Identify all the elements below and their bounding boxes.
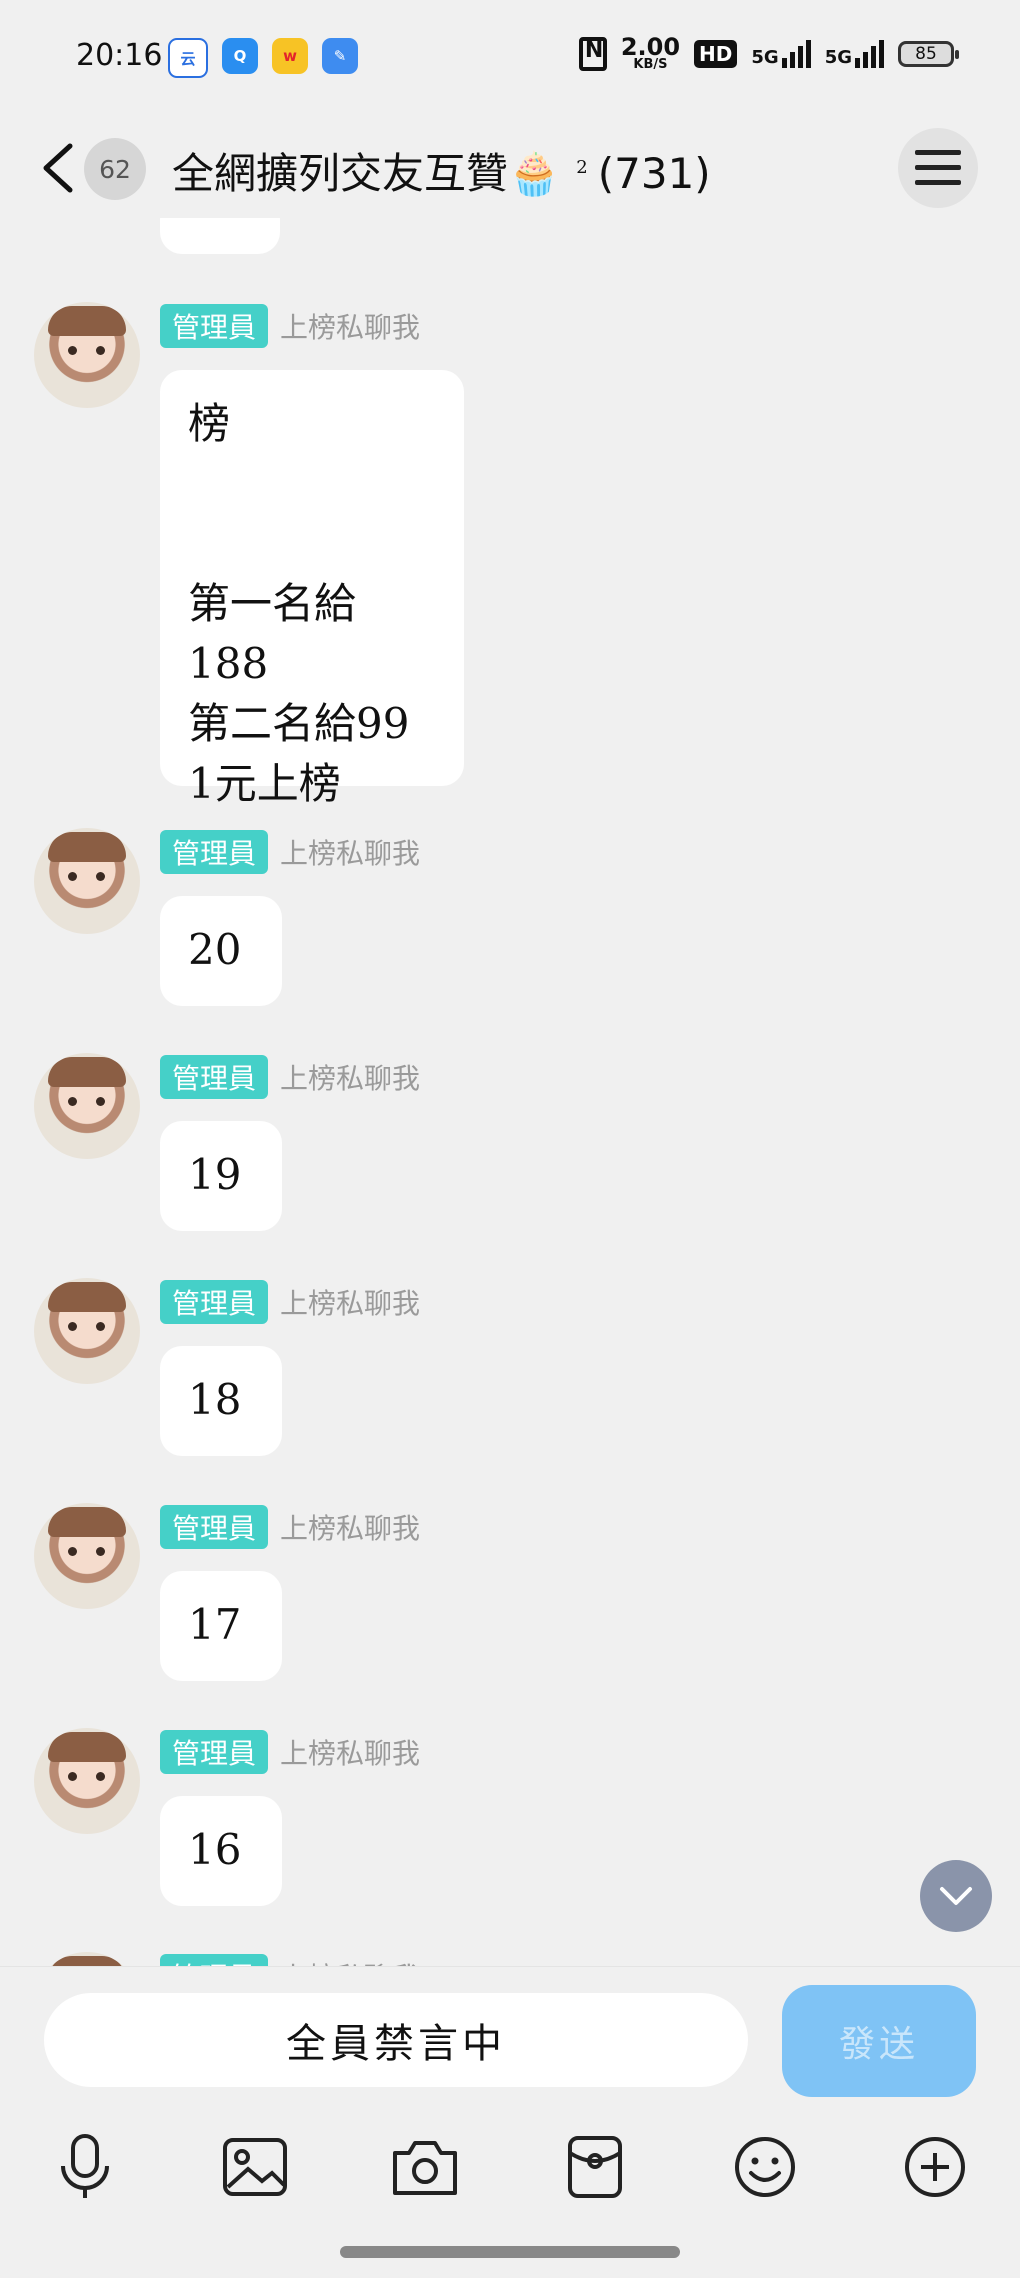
sender-name: 上榜私聊我 (280, 1956, 420, 1966)
chevron-down-icon (940, 1887, 972, 1905)
hamburger-menu-icon (915, 150, 961, 185)
nfc-icon (578, 37, 607, 71)
message-bubble[interactable]: 16 (160, 1796, 282, 1906)
admin-badge: 管理員 (160, 1954, 269, 1966)
avatar[interactable] (34, 1053, 140, 1159)
message-text: 17 (188, 1600, 242, 1649)
sender-name: 上榜私聊我 (280, 837, 421, 870)
admin-badge: 管理員 (160, 1730, 269, 1774)
message-text: 18 (188, 1375, 242, 1424)
admin-badge: 管理員 (160, 1280, 269, 1324)
red-packet-icon[interactable] (560, 2132, 630, 2202)
cloud-app-icon: 云 (168, 38, 208, 78)
avatar[interactable] (34, 1728, 140, 1834)
battery-icon: 85 (898, 41, 959, 67)
qq-app-icon: Q (222, 38, 258, 74)
home-indicator[interactable] (340, 2246, 680, 2258)
image-icon[interactable] (220, 2132, 290, 2202)
signal-icon: 5G (751, 40, 811, 68)
sender-name: 上榜私聊我 (280, 311, 421, 344)
status-time: 20:16 (76, 38, 163, 73)
send-button[interactable]: 發送 (782, 1985, 976, 2097)
input-toolbar (0, 2120, 1020, 2210)
camera-icon[interactable] (390, 2132, 460, 2202)
back-button[interactable] (38, 140, 84, 196)
microphone-icon[interactable] (50, 2132, 120, 2202)
sender-name: 上榜私聊我 (280, 1737, 421, 1770)
input-bar: 全員禁言中 發送 (0, 1966, 1020, 2097)
sender-name: 上榜私聊我 (280, 1062, 421, 1095)
scroll-to-bottom-button[interactable] (920, 1860, 992, 1932)
avatar[interactable] (34, 302, 140, 408)
message-input[interactable]: 全員禁言中 (44, 1993, 748, 2087)
message-text: 16 (188, 1825, 242, 1874)
admin-badge: 管理員 (160, 830, 269, 874)
message-bubble[interactable]: 榜 第一名給188 第二名給99 1元上榜 (160, 370, 464, 808)
message-list[interactable]: 管理員 上榜私聊我 榜 第一名給188 第二名給99 1元上榜 管理員 上榜私聊我 … (0, 218, 1020, 1966)
avatar[interactable] (34, 1278, 140, 1384)
emoji-icon[interactable] (730, 2132, 800, 2202)
message-bubble-partial (160, 218, 280, 254)
avatar[interactable] (34, 1952, 140, 1966)
network-speed: 2.00 KB/S (620, 33, 681, 72)
message-text: 榜 第一名給188 第二名給99 1元上榜 (188, 399, 410, 808)
weibo-app-icon: w (272, 38, 308, 74)
message-bubble[interactable]: 19 (160, 1121, 282, 1231)
avatar[interactable] (34, 1503, 140, 1609)
notification-icons: 云 Q w ✎ (168, 38, 358, 78)
hd-icon: HD (694, 40, 738, 68)
message-text: 19 (188, 1150, 242, 1199)
admin-badge: 管理員 (160, 1055, 269, 1099)
chat-header: 62 全網擴列交友互贊🧁 2 (731) (0, 118, 1020, 218)
admin-badge: 管理員 (160, 1505, 269, 1549)
feather-app-icon: ✎ (322, 38, 358, 74)
avatar[interactable] (34, 828, 140, 934)
group-title[interactable]: 全網擴列交友互贊🧁 2 (731) (172, 140, 711, 201)
admin-badge: 管理員 (160, 304, 269, 348)
message-bubble[interactable]: 18 (160, 1346, 282, 1456)
message-text: 20 (188, 925, 242, 974)
message-bubble[interactable]: 20 (160, 896, 282, 1006)
sender-name: 上榜私聊我 (280, 1512, 421, 1545)
signal-icon-2: 5G (825, 40, 884, 68)
sender-name: 上榜私聊我 (280, 1287, 421, 1320)
chevron-left-icon (43, 143, 73, 193)
unread-count-badge[interactable]: 62 (84, 138, 146, 200)
system-icons: 2.00 KB/S HD 5G 5G 85 (578, 33, 959, 72)
status-bar: 20:16 云 Q w ✎ 2.00 KB/S HD 5G 5G 85 (0, 0, 1020, 118)
menu-button[interactable] (898, 128, 978, 208)
message-bubble[interactable]: 17 (160, 1571, 282, 1681)
plus-icon[interactable] (900, 2132, 970, 2202)
